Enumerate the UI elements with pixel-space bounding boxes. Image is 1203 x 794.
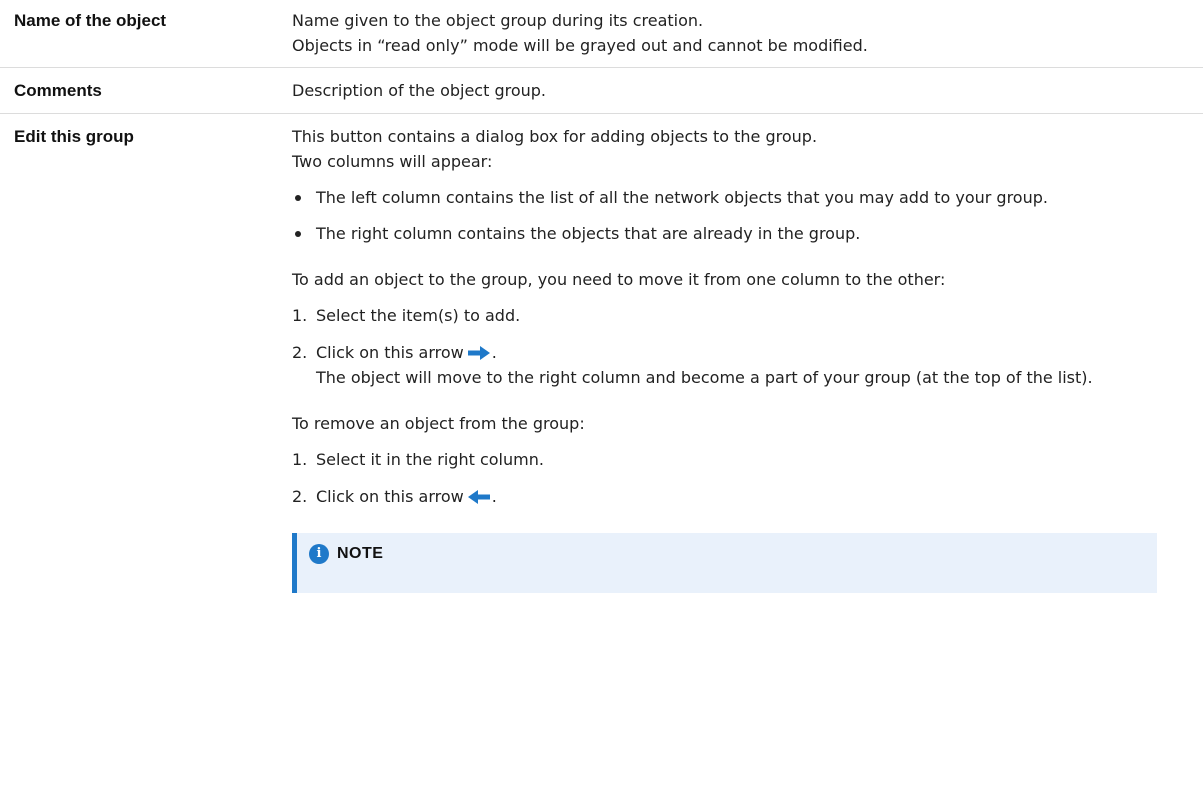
row-description-edit-group: This button contains a dialog box for ad… — [292, 124, 1203, 593]
row-label-comments: Comments — [14, 81, 102, 100]
description-line: Objects in “read only” mode will be gray… — [292, 36, 868, 55]
description-line: Description of the object group. — [292, 81, 547, 100]
table-row-edit-group: Edit this group This button contains a d… — [0, 114, 1203, 593]
step-number: 2. — [292, 343, 308, 362]
bullet-icon — [295, 195, 301, 201]
list-item: 2. Click on this arrow . — [292, 484, 1163, 509]
description-line: This button contains a dialog box for ad… — [292, 127, 818, 146]
note-callout: i NOTE — [292, 533, 1157, 593]
arrow-left-icon — [467, 490, 490, 504]
table-row-comments: Comments Description of the object group… — [0, 68, 1203, 114]
list-item: 2. Click on this arrow . The object will… — [292, 340, 1163, 390]
list-item-text: The left column contains the list of all… — [316, 188, 1048, 207]
remove-instructions-intro: To remove an object from the group: — [292, 414, 585, 433]
step-suffix: . — [491, 487, 497, 506]
row-description-name: Name given to the object group during it… — [292, 8, 1203, 58]
step-number: 1. — [292, 306, 308, 325]
list-item: The right column contains the objects th… — [292, 221, 1163, 246]
columns-bullet-list: The left column contains the list of all… — [292, 185, 1163, 246]
object-group-properties-table: Name of the object Name given to the obj… — [0, 0, 1203, 593]
row-label-edit-group: Edit this group — [14, 127, 134, 146]
arrow-right-icon — [467, 346, 490, 360]
step-number: 1. — [292, 450, 308, 469]
step-text: Click on this arrow — [316, 343, 464, 362]
info-icon: i — [309, 543, 329, 564]
step-number: 2. — [292, 487, 308, 506]
remove-steps-list: 1. Select it in the right column. 2. Cli… — [292, 447, 1163, 509]
description-line: Name given to the object group during it… — [292, 11, 704, 30]
row-label-name: Name of the object — [14, 11, 167, 30]
list-item-text: The right column contains the objects th… — [316, 224, 861, 243]
step-text: Select it in the right column. — [316, 450, 544, 469]
step-subtext: The object will move to the right column… — [316, 368, 1093, 387]
note-header: i NOTE — [309, 541, 383, 566]
note-title: NOTE — [337, 545, 384, 562]
table-row-name: Name of the object Name given to the obj… — [0, 0, 1203, 68]
step-text: Click on this arrow — [316, 487, 464, 506]
list-item: The left column contains the list of all… — [292, 185, 1163, 210]
description-line: Two columns will appear: — [292, 152, 493, 171]
add-steps-list: 1. Select the item(s) to add. 2. Click o… — [292, 303, 1163, 390]
bullet-icon — [295, 231, 301, 237]
step-suffix: . — [491, 343, 497, 362]
list-item: 1. Select the item(s) to add. — [292, 303, 1163, 328]
row-description-comments: Description of the object group. — [292, 78, 1203, 103]
add-instructions-intro: To add an object to the group, you need … — [292, 270, 946, 289]
list-item: 1. Select it in the right column. — [292, 447, 1163, 472]
step-text: Select the item(s) to add. — [316, 306, 521, 325]
